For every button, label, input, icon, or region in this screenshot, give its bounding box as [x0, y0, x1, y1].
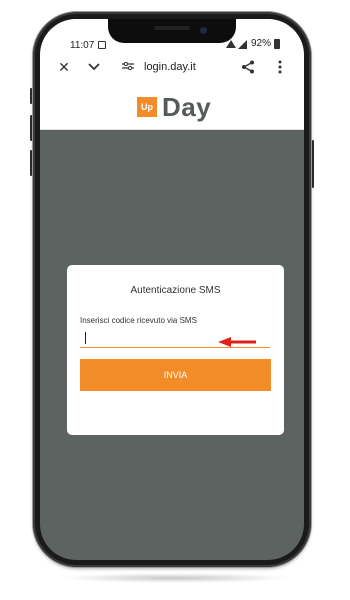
phone-screen: 11:07 92% ✕ login.day.it Up Day Autentic…	[40, 19, 304, 560]
battery-percent: 92%	[250, 38, 271, 49]
speaker-grille	[154, 26, 190, 30]
signal-icon	[237, 39, 248, 49]
card-title: Autenticazione SMS	[130, 285, 221, 296]
battery-icon	[274, 39, 280, 49]
share-icon[interactable]	[240, 60, 256, 76]
more-vert-icon[interactable]	[272, 60, 288, 76]
text-caret	[85, 332, 86, 344]
status-icons: 92%	[225, 38, 280, 49]
notch	[108, 19, 236, 43]
front-camera	[200, 27, 207, 34]
sms-auth-card: Autenticazione SMS Inserisci codice rice…	[67, 265, 284, 435]
close-icon[interactable]: ✕	[56, 60, 72, 74]
power-button	[311, 140, 314, 188]
url-text[interactable]: login.day.it	[144, 61, 196, 73]
notification-icon	[98, 41, 106, 49]
tune-icon[interactable]	[120, 61, 136, 75]
brand-logo-badge: Up	[137, 97, 157, 117]
chevron-down-icon[interactable]	[86, 60, 102, 74]
annotation-arrow	[218, 337, 256, 347]
submit-button[interactable]: INVIA	[80, 359, 271, 391]
brand-logo-name: Day	[162, 92, 212, 122]
site-header: Up Day	[40, 87, 304, 130]
floor-shadow	[60, 573, 290, 583]
sms-code-label: Inserisci codice ricevuto via SMS	[80, 316, 197, 325]
browser-toolbar: ✕ login.day.it	[40, 49, 304, 88]
